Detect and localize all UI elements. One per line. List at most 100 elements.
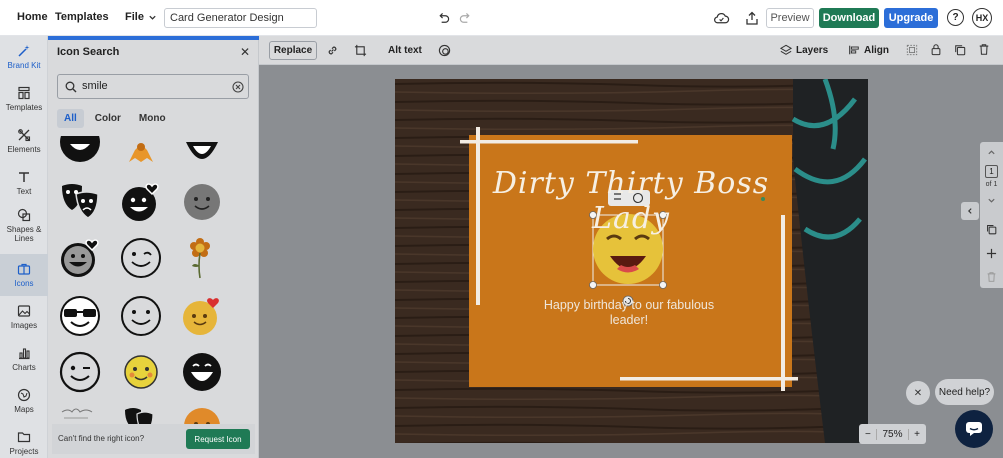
tab-color[interactable]: Color: [88, 109, 128, 128]
smile-result-icon[interactable]: [58, 136, 102, 172]
add-page-icon[interactable]: [986, 248, 997, 259]
share-upload-icon[interactable]: [744, 10, 760, 26]
tab-mono[interactable]: Mono: [132, 109, 173, 128]
rail-item-label: Text: [16, 187, 32, 196]
panel-accent-bar: [48, 36, 259, 40]
rail-item-projects[interactable]: Projects: [0, 422, 48, 458]
love-smile-result-icon[interactable]: [180, 294, 224, 338]
file-menu-label: File: [125, 11, 144, 23]
masks-small-result-icon[interactable]: [119, 404, 163, 426]
page-total: of 1: [985, 181, 998, 188]
need-help-bubble[interactable]: Need help?: [935, 379, 994, 405]
rail-item-brand-kit[interactable]: Brand Kit: [0, 36, 48, 78]
rail-item-text[interactable]: Text: [0, 162, 48, 204]
help-icon[interactable]: ?: [947, 9, 964, 26]
card-design[interactable]: [395, 79, 868, 443]
rail-item-templates[interactable]: Templates: [0, 78, 48, 120]
rail-item-icons[interactable]: Icons: [0, 254, 48, 296]
chevron-down-icon[interactable]: [987, 196, 996, 205]
undo-icon[interactable]: [436, 11, 450, 25]
folder-icon: [17, 432, 31, 443]
rail-item-label: Templates: [5, 103, 43, 112]
rail-item-charts[interactable]: Charts: [0, 338, 48, 380]
delete-page-icon[interactable]: [986, 271, 997, 283]
rail-item-label: Charts: [12, 363, 36, 372]
chat-icon[interactable]: [955, 410, 993, 448]
card-message-line2: leader!: [609, 313, 649, 327]
request-icon-button[interactable]: Request Icon: [186, 429, 250, 449]
grin-heart-result-icon[interactable]: [58, 236, 102, 280]
blush-smile-result-icon[interactable]: [119, 350, 163, 394]
card-message[interactable]: Happy birthday to our fabulous leader!: [520, 298, 738, 328]
rail-item-shapes[interactable]: Shapes & Lines: [0, 204, 48, 246]
shapes-icon: [17, 208, 31, 221]
upgrade-button[interactable]: Upgrade: [884, 8, 938, 28]
duplicate-page-icon[interactable]: [986, 224, 997, 235]
zoom-in-button[interactable]: +: [914, 429, 920, 440]
layers-icon: [780, 44, 792, 55]
clear-search-icon[interactable]: [232, 81, 244, 93]
current-page[interactable]: 1: [985, 165, 998, 178]
theater-masks-result-icon[interactable]: [58, 180, 102, 224]
link-icon[interactable]: [326, 44, 339, 57]
redo-icon[interactable]: [458, 11, 472, 25]
lock-icon[interactable]: [930, 43, 942, 56]
tab-all[interactable]: All: [57, 109, 84, 128]
sunglasses-smile-result-icon[interactable]: [58, 294, 102, 338]
download-button[interactable]: Download: [819, 8, 879, 28]
rail-item-elements[interactable]: Elements: [0, 120, 48, 162]
icons-icon: [17, 263, 31, 275]
close-icon[interactable]: ✕: [240, 45, 250, 59]
image-icon: [17, 305, 31, 317]
replace-button[interactable]: Replace: [269, 41, 317, 60]
page-navigator: 1 of 1: [980, 142, 1003, 288]
smile-heart-result-icon[interactable]: [119, 180, 163, 224]
group-icon[interactable]: [906, 44, 918, 56]
cloud-sync-icon[interactable]: [712, 10, 730, 26]
avatar[interactable]: HX: [972, 8, 992, 28]
wink-result-icon[interactable]: [58, 350, 102, 394]
orange-smile-result-icon[interactable]: [180, 404, 224, 426]
chart-icon: [19, 348, 30, 360]
elements-icon: [18, 129, 31, 142]
chevron-left-icon: [968, 208, 972, 214]
templates-link[interactable]: Templates: [55, 11, 109, 23]
laugh-result-icon[interactable]: [180, 350, 224, 394]
trash-icon[interactable]: [978, 43, 990, 56]
chevron-down-icon: [149, 15, 156, 20]
close-icon[interactable]: ✕: [906, 381, 930, 405]
rail-item-maps[interactable]: Maps: [0, 380, 48, 422]
flower-smile-result-icon[interactable]: [180, 236, 224, 280]
worker-result-icon[interactable]: [119, 136, 163, 180]
crop-frame-icon[interactable]: [354, 44, 367, 57]
card-message-line1: Happy birthday to our fabulous: [543, 298, 715, 312]
home-link[interactable]: Home: [17, 11, 48, 23]
rail-item-label: Icons: [14, 279, 34, 288]
grin-outline-result-icon[interactable]: [180, 136, 224, 176]
document-title-input[interactable]: Card Generator Design: [164, 8, 317, 28]
icon-search-input[interactable]: smile: [57, 74, 249, 99]
file-menu[interactable]: File: [125, 11, 157, 23]
duplicate-icon[interactable]: [954, 44, 966, 56]
gray-smile-result-icon[interactable]: [180, 180, 224, 224]
alt-text-button[interactable]: Alt text: [388, 45, 422, 56]
wink-outline-result-icon[interactable]: [119, 236, 163, 280]
collapse-panel-button[interactable]: [961, 202, 979, 220]
rail-item-images[interactable]: Images: [0, 296, 48, 338]
align-button[interactable]: Align: [864, 45, 889, 56]
zoom-out-button[interactable]: −: [865, 429, 871, 440]
card-title[interactable]: Dirty Thirty Boss Lady: [482, 166, 780, 236]
element-toolbar: Replace Alt text Layers Align: [259, 36, 1003, 65]
zoom-level[interactable]: 75%: [876, 428, 909, 440]
smile-outline-result-icon[interactable]: [119, 294, 163, 338]
layers-button[interactable]: Layers: [796, 45, 828, 56]
animate-icon[interactable]: [438, 44, 451, 57]
preview-button[interactable]: Preview: [766, 8, 814, 28]
search-value: smile: [82, 80, 108, 92]
icon-filter-tabs: All Color Mono: [57, 109, 173, 128]
zoom-control: − 75% +: [859, 424, 926, 444]
sketch-result-icon[interactable]: [58, 404, 102, 426]
rail-item-label: Brand Kit: [7, 61, 41, 70]
chevron-up-icon[interactable]: [987, 148, 996, 157]
footer-hint: Can't find the right icon?: [58, 434, 145, 443]
